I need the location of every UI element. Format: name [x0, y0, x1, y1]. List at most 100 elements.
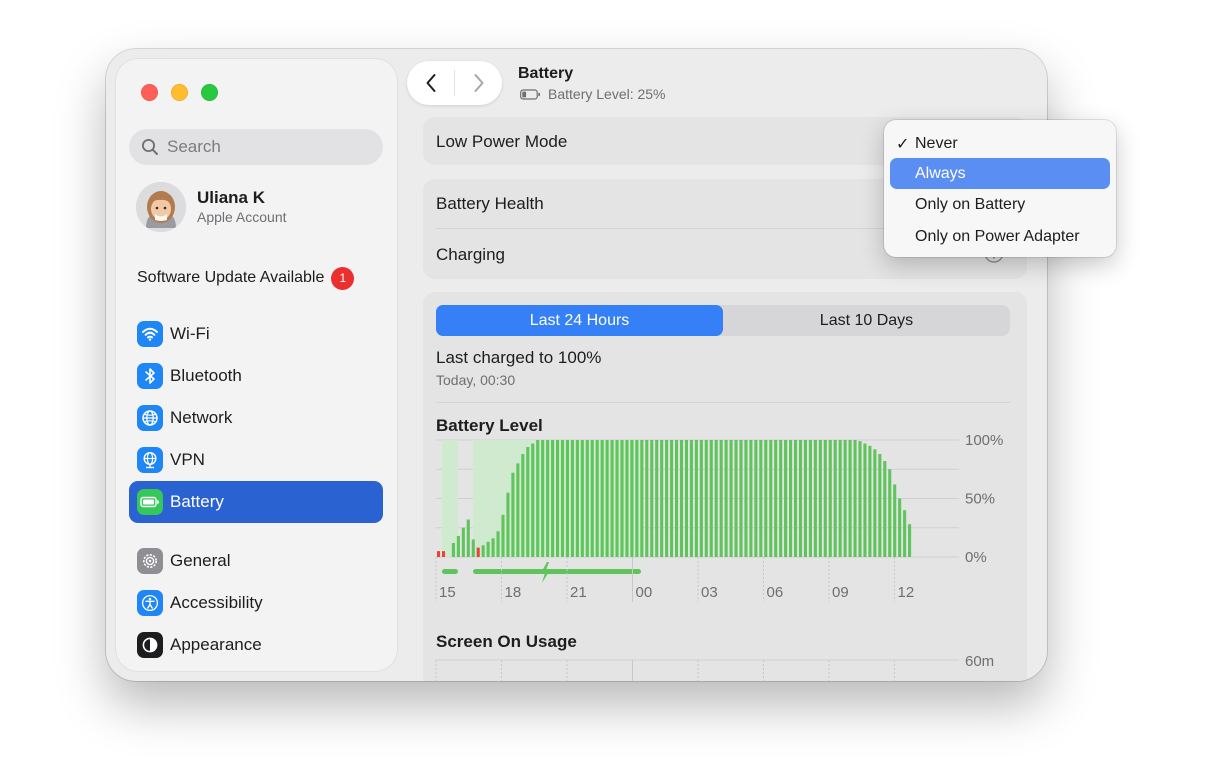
battery-bar: [660, 440, 664, 557]
sidebar-item-network[interactable]: Network: [129, 397, 383, 439]
search-field[interactable]: Search: [129, 129, 383, 165]
sidebar-item-accessibility[interactable]: Accessibility: [129, 582, 383, 624]
battery-bar: [893, 484, 897, 557]
battery-bar: [575, 440, 579, 557]
account-name: Uliana K: [197, 187, 266, 207]
battery-bar: [749, 440, 753, 557]
battery-health-label[interactable]: Battery Health: [436, 194, 544, 214]
software-update-item[interactable]: Software Update Available 1: [137, 266, 383, 290]
battery-bar: [600, 440, 604, 557]
x-tick-label: 03: [701, 584, 718, 601]
menu-item-always[interactable]: Always: [890, 158, 1110, 189]
sidebar-nav: Wi-Fi Bluetooth Network VPN Battery Gene…: [129, 313, 383, 666]
charging-label[interactable]: Charging: [436, 245, 505, 265]
sidebar-item-label: Bluetooth: [170, 366, 242, 385]
y-tick-label: 50%: [965, 491, 995, 508]
wifi-icon: [137, 321, 163, 347]
battery-bar: [684, 440, 688, 557]
battery-bar: [873, 449, 877, 557]
x-tick-label: 09: [832, 584, 849, 601]
sidebar: Search Uliana K Apple Account Software U…: [116, 59, 397, 671]
battery-bar: [868, 445, 872, 557]
battery-bar: [704, 440, 708, 557]
battery-bar: [883, 461, 887, 557]
x-tick-label: 12: [898, 584, 915, 601]
menu-item-only-on-power-adapter[interactable]: Only on Power Adapter: [890, 221, 1110, 252]
battery-bar: [764, 440, 768, 557]
battery-bar: [828, 440, 832, 557]
battery-bar: [888, 469, 892, 557]
battery-usage-card: Last 24 Hours Last 10 Days Last charged …: [423, 292, 1027, 681]
sidebar-item-vpn[interactable]: VPN: [129, 439, 383, 481]
update-count-badge: 1: [331, 266, 355, 290]
battery-bar: [858, 441, 862, 557]
sidebar-item-label: Battery: [170, 492, 224, 511]
battery-bar: [878, 454, 882, 557]
battery-bar: [556, 440, 560, 557]
zoom-window-button[interactable]: [201, 84, 218, 101]
battery-bar: [471, 539, 475, 557]
battery-bar: [456, 535, 460, 557]
sidebar-item-battery[interactable]: Battery: [129, 481, 383, 523]
last-charged-label: Last charged to 100%: [436, 348, 602, 367]
battery-bar: [645, 440, 649, 557]
charging-period: [442, 440, 458, 557]
last-charged-time: Today, 00:30: [436, 372, 516, 388]
battery-bar: [774, 440, 778, 557]
sidebar-item-label: Network: [170, 408, 233, 427]
battery-bar: [620, 440, 624, 557]
battery-level-chart: 15 18 21 00 03 06 09 12 100% 50% 0%: [435, 432, 1003, 602]
battery-level-text: Battery Level: 25%: [548, 86, 666, 102]
battery-bar: [451, 542, 455, 557]
battery-bar: [843, 440, 847, 557]
sidebar-item-bluetooth[interactable]: Bluetooth: [129, 355, 383, 397]
checkmark-icon: ✓: [896, 136, 910, 153]
menu-item-never[interactable]: ✓ Never: [890, 128, 1110, 159]
battery-bar: [635, 440, 639, 557]
battery-bar: [734, 440, 738, 557]
battery-bar: [615, 440, 619, 557]
battery-bar: [689, 440, 693, 557]
search-icon: [142, 139, 158, 155]
battery-bar: [823, 440, 827, 557]
menu-item-label: Only on Power Adapter: [915, 228, 1080, 245]
battery-bar: [724, 440, 728, 557]
battery-bar: [516, 463, 520, 557]
battery-bar: [531, 443, 535, 557]
minimize-window-button[interactable]: [171, 84, 188, 101]
close-window-button[interactable]: [141, 84, 158, 101]
battery-bar: [670, 440, 674, 557]
sidebar-item-general[interactable]: General: [129, 540, 383, 582]
battery-bar: [694, 440, 698, 557]
battery-bar: [437, 551, 441, 557]
tab-last-24-hours[interactable]: Last 24 Hours: [436, 305, 723, 336]
battery-bar: [675, 440, 679, 557]
menu-item-label: Never: [915, 135, 958, 152]
sidebar-item-label: General: [170, 551, 231, 570]
battery-bar: [789, 440, 793, 557]
charging-indicator: [442, 569, 458, 574]
battery-bar: [476, 547, 480, 557]
screen-on-usage-chart: 60m: [435, 653, 994, 681]
battery-bar: [699, 440, 703, 557]
battery-bar: [784, 440, 788, 557]
sidebar-item-appearance[interactable]: Appearance: [129, 624, 383, 666]
sidebar-item-wifi[interactable]: Wi-Fi: [129, 313, 383, 355]
battery-bar: [759, 440, 763, 557]
battery-bar: [729, 440, 733, 557]
software-update-label: Software Update Available: [137, 269, 325, 286]
battery-bar: [640, 440, 644, 557]
battery-bar: [714, 440, 718, 557]
forward-button[interactable]: [455, 61, 502, 105]
menu-item-only-on-battery[interactable]: Only on Battery: [890, 189, 1110, 220]
battery-bar: [848, 440, 852, 557]
navigation-buttons: [407, 61, 502, 105]
globe-icon: [137, 405, 163, 431]
menu-item-label: Always: [915, 165, 966, 182]
battery-bar: [803, 440, 807, 557]
apple-account[interactable]: Uliana K Apple Account: [136, 181, 376, 233]
back-button[interactable]: [407, 61, 454, 105]
tab-last-10-days[interactable]: Last 10 Days: [723, 305, 1010, 336]
sidebar-item-label: Accessibility: [170, 593, 263, 612]
battery-bar: [536, 440, 540, 557]
